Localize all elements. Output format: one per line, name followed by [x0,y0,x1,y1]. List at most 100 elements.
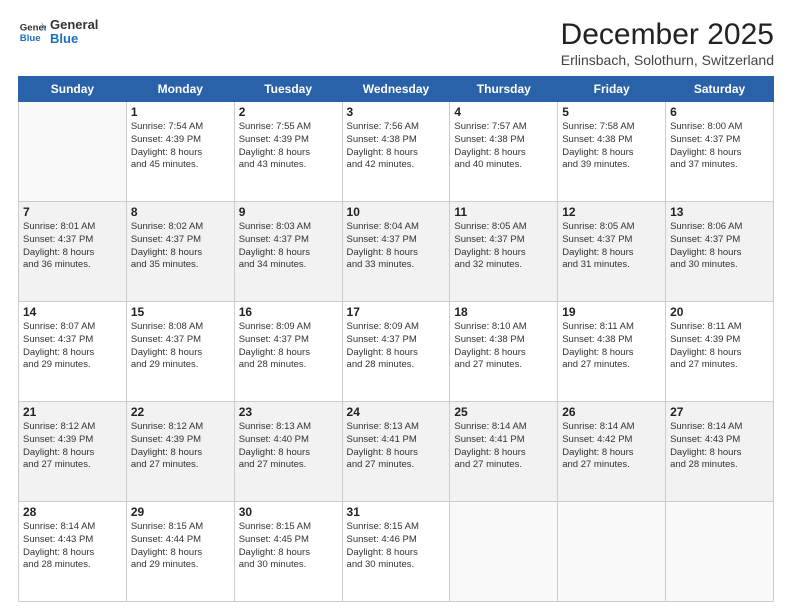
day-info: Sunrise: 7:54 AM Sunset: 4:39 PM Dayligh… [131,121,230,172]
day-number: 21 [23,405,122,419]
day-info: Sunrise: 8:14 AM Sunset: 4:43 PM Dayligh… [23,521,122,572]
day-number: 6 [670,105,769,119]
day-number: 5 [562,105,661,119]
day-number: 27 [670,405,769,419]
day-info: Sunrise: 8:15 AM Sunset: 4:44 PM Dayligh… [131,521,230,572]
day-info: Sunrise: 8:14 AM Sunset: 4:42 PM Dayligh… [562,421,661,472]
logo-icon: General Blue [18,18,46,46]
calendar-cell: 15 Sunrise: 8:08 AM Sunset: 4:37 PM Dayli… [126,302,234,402]
calendar-cell: 28 Sunrise: 8:14 AM Sunset: 4:43 PM Dayli… [19,502,127,602]
main-title: December 2025 [561,18,774,52]
day-info: Sunrise: 8:12 AM Sunset: 4:39 PM Dayligh… [131,421,230,472]
calendar-cell: 30 Sunrise: 8:15 AM Sunset: 4:45 PM Dayli… [234,502,342,602]
col-header-saturday: Saturday [666,77,774,102]
calendar-cell: 25 Sunrise: 8:14 AM Sunset: 4:41 PM Dayli… [450,402,558,502]
day-info: Sunrise: 8:03 AM Sunset: 4:37 PM Dayligh… [239,221,338,272]
day-info: Sunrise: 8:05 AM Sunset: 4:37 PM Dayligh… [562,221,661,272]
calendar-cell: 19 Sunrise: 8:11 AM Sunset: 4:38 PM Dayli… [558,302,666,402]
calendar-table: SundayMondayTuesdayWednesdayThursdayFrid… [18,76,774,602]
calendar-cell: 31 Sunrise: 8:15 AM Sunset: 4:46 PM Dayli… [342,502,450,602]
day-number: 10 [347,205,446,219]
day-number: 16 [239,305,338,319]
day-number: 3 [347,105,446,119]
day-info: Sunrise: 8:14 AM Sunset: 4:43 PM Dayligh… [670,421,769,472]
day-info: Sunrise: 8:10 AM Sunset: 4:38 PM Dayligh… [454,321,553,372]
day-info: Sunrise: 8:04 AM Sunset: 4:37 PM Dayligh… [347,221,446,272]
day-number: 22 [131,405,230,419]
day-info: Sunrise: 8:02 AM Sunset: 4:37 PM Dayligh… [131,221,230,272]
day-number: 28 [23,505,122,519]
col-header-sunday: Sunday [19,77,127,102]
calendar-cell: 3Sunrise: 7:56 AM Sunset: 4:38 PM Daylig… [342,102,450,202]
calendar-cell: 26Sunrise: 8:14 AM Sunset: 4:42 PM Dayli… [558,402,666,502]
calendar-week-row: 21 Sunrise: 8:12 AM Sunset: 4:39 PM Dayli… [19,402,774,502]
day-info: Sunrise: 8:09 AM Sunset: 4:37 PM Dayligh… [239,321,338,372]
day-number: 4 [454,105,553,119]
calendar-cell: 16 Sunrise: 8:09 AM Sunset: 4:37 PM Dayli… [234,302,342,402]
calendar-cell: 23 Sunrise: 8:13 AM Sunset: 4:40 PM Dayli… [234,402,342,502]
day-info: Sunrise: 8:15 AM Sunset: 4:46 PM Dayligh… [347,521,446,572]
col-header-monday: Monday [126,77,234,102]
day-number: 1 [131,105,230,119]
day-number: 19 [562,305,661,319]
calendar-cell: 27 Sunrise: 8:14 AM Sunset: 4:43 PM Dayli… [666,402,774,502]
calendar-cell [666,502,774,602]
day-number: 13 [670,205,769,219]
day-info: Sunrise: 8:09 AM Sunset: 4:37 PM Dayligh… [347,321,446,372]
svg-text:Blue: Blue [20,33,41,44]
col-header-friday: Friday [558,77,666,102]
day-info: Sunrise: 8:15 AM Sunset: 4:45 PM Dayligh… [239,521,338,572]
calendar-cell: 4 Sunrise: 7:57 AM Sunset: 4:38 PM Daylig… [450,102,558,202]
day-info: Sunrise: 7:57 AM Sunset: 4:38 PM Dayligh… [454,121,553,172]
day-number: 2 [239,105,338,119]
calendar-cell: 14 Sunrise: 8:07 AM Sunset: 4:37 PM Dayli… [19,302,127,402]
logo-blue: Blue [50,32,98,46]
day-number: 8 [131,205,230,219]
day-info: Sunrise: 8:05 AM Sunset: 4:37 PM Dayligh… [454,221,553,272]
calendar-cell: 20 Sunrise: 8:11 AM Sunset: 4:39 PM Dayli… [666,302,774,402]
calendar-cell [558,502,666,602]
day-info: Sunrise: 8:14 AM Sunset: 4:41 PM Dayligh… [454,421,553,472]
col-header-tuesday: Tuesday [234,77,342,102]
day-info: Sunrise: 8:06 AM Sunset: 4:37 PM Dayligh… [670,221,769,272]
day-info: Sunrise: 8:07 AM Sunset: 4:37 PM Dayligh… [23,321,122,372]
calendar-week-row: 14 Sunrise: 8:07 AM Sunset: 4:37 PM Dayli… [19,302,774,402]
day-info: Sunrise: 8:11 AM Sunset: 4:39 PM Dayligh… [670,321,769,372]
day-info: Sunrise: 8:08 AM Sunset: 4:37 PM Dayligh… [131,321,230,372]
day-number: 30 [239,505,338,519]
day-info: Sunrise: 8:00 AM Sunset: 4:37 PM Dayligh… [670,121,769,172]
calendar-week-row: 7Sunrise: 8:01 AM Sunset: 4:37 PM Daylig… [19,202,774,302]
calendar-cell: 24Sunrise: 8:13 AM Sunset: 4:41 PM Dayli… [342,402,450,502]
calendar-cell: 10 Sunrise: 8:04 AM Sunset: 4:37 PM Dayli… [342,202,450,302]
logo-general: General [50,18,98,32]
day-info: Sunrise: 8:13 AM Sunset: 4:41 PM Dayligh… [347,421,446,472]
day-number: 15 [131,305,230,319]
col-header-wednesday: Wednesday [342,77,450,102]
calendar-cell: 11 Sunrise: 8:05 AM Sunset: 4:37 PM Dayli… [450,202,558,302]
calendar-cell: 13 Sunrise: 8:06 AM Sunset: 4:37 PM Dayli… [666,202,774,302]
calendar-week-row: 28 Sunrise: 8:14 AM Sunset: 4:43 PM Dayli… [19,502,774,602]
day-number: 31 [347,505,446,519]
calendar-cell: 8 Sunrise: 8:02 AM Sunset: 4:37 PM Daylig… [126,202,234,302]
calendar-cell [450,502,558,602]
calendar-cell: 5 Sunrise: 7:58 AM Sunset: 4:38 PM Daylig… [558,102,666,202]
calendar-cell: 17 Sunrise: 8:09 AM Sunset: 4:37 PM Dayli… [342,302,450,402]
day-number: 25 [454,405,553,419]
day-number: 11 [454,205,553,219]
day-number: 20 [670,305,769,319]
logo: General Blue General Blue [18,18,98,47]
day-number: 12 [562,205,661,219]
day-info: Sunrise: 8:13 AM Sunset: 4:40 PM Dayligh… [239,421,338,472]
day-number: 17 [347,305,446,319]
calendar-cell: 29Sunrise: 8:15 AM Sunset: 4:44 PM Dayli… [126,502,234,602]
day-info: Sunrise: 8:11 AM Sunset: 4:38 PM Dayligh… [562,321,661,372]
title-block: December 2025 Erlinsbach, Solothurn, Swi… [561,18,774,68]
day-info: Sunrise: 8:01 AM Sunset: 4:37 PM Dayligh… [23,221,122,272]
day-info: Sunrise: 7:58 AM Sunset: 4:38 PM Dayligh… [562,121,661,172]
calendar-cell: 21 Sunrise: 8:12 AM Sunset: 4:39 PM Dayli… [19,402,127,502]
day-number: 23 [239,405,338,419]
calendar-cell: 2 Sunrise: 7:55 AM Sunset: 4:39 PM Daylig… [234,102,342,202]
day-info: Sunrise: 7:55 AM Sunset: 4:39 PM Dayligh… [239,121,338,172]
day-info: Sunrise: 8:12 AM Sunset: 4:39 PM Dayligh… [23,421,122,472]
day-number: 14 [23,305,122,319]
